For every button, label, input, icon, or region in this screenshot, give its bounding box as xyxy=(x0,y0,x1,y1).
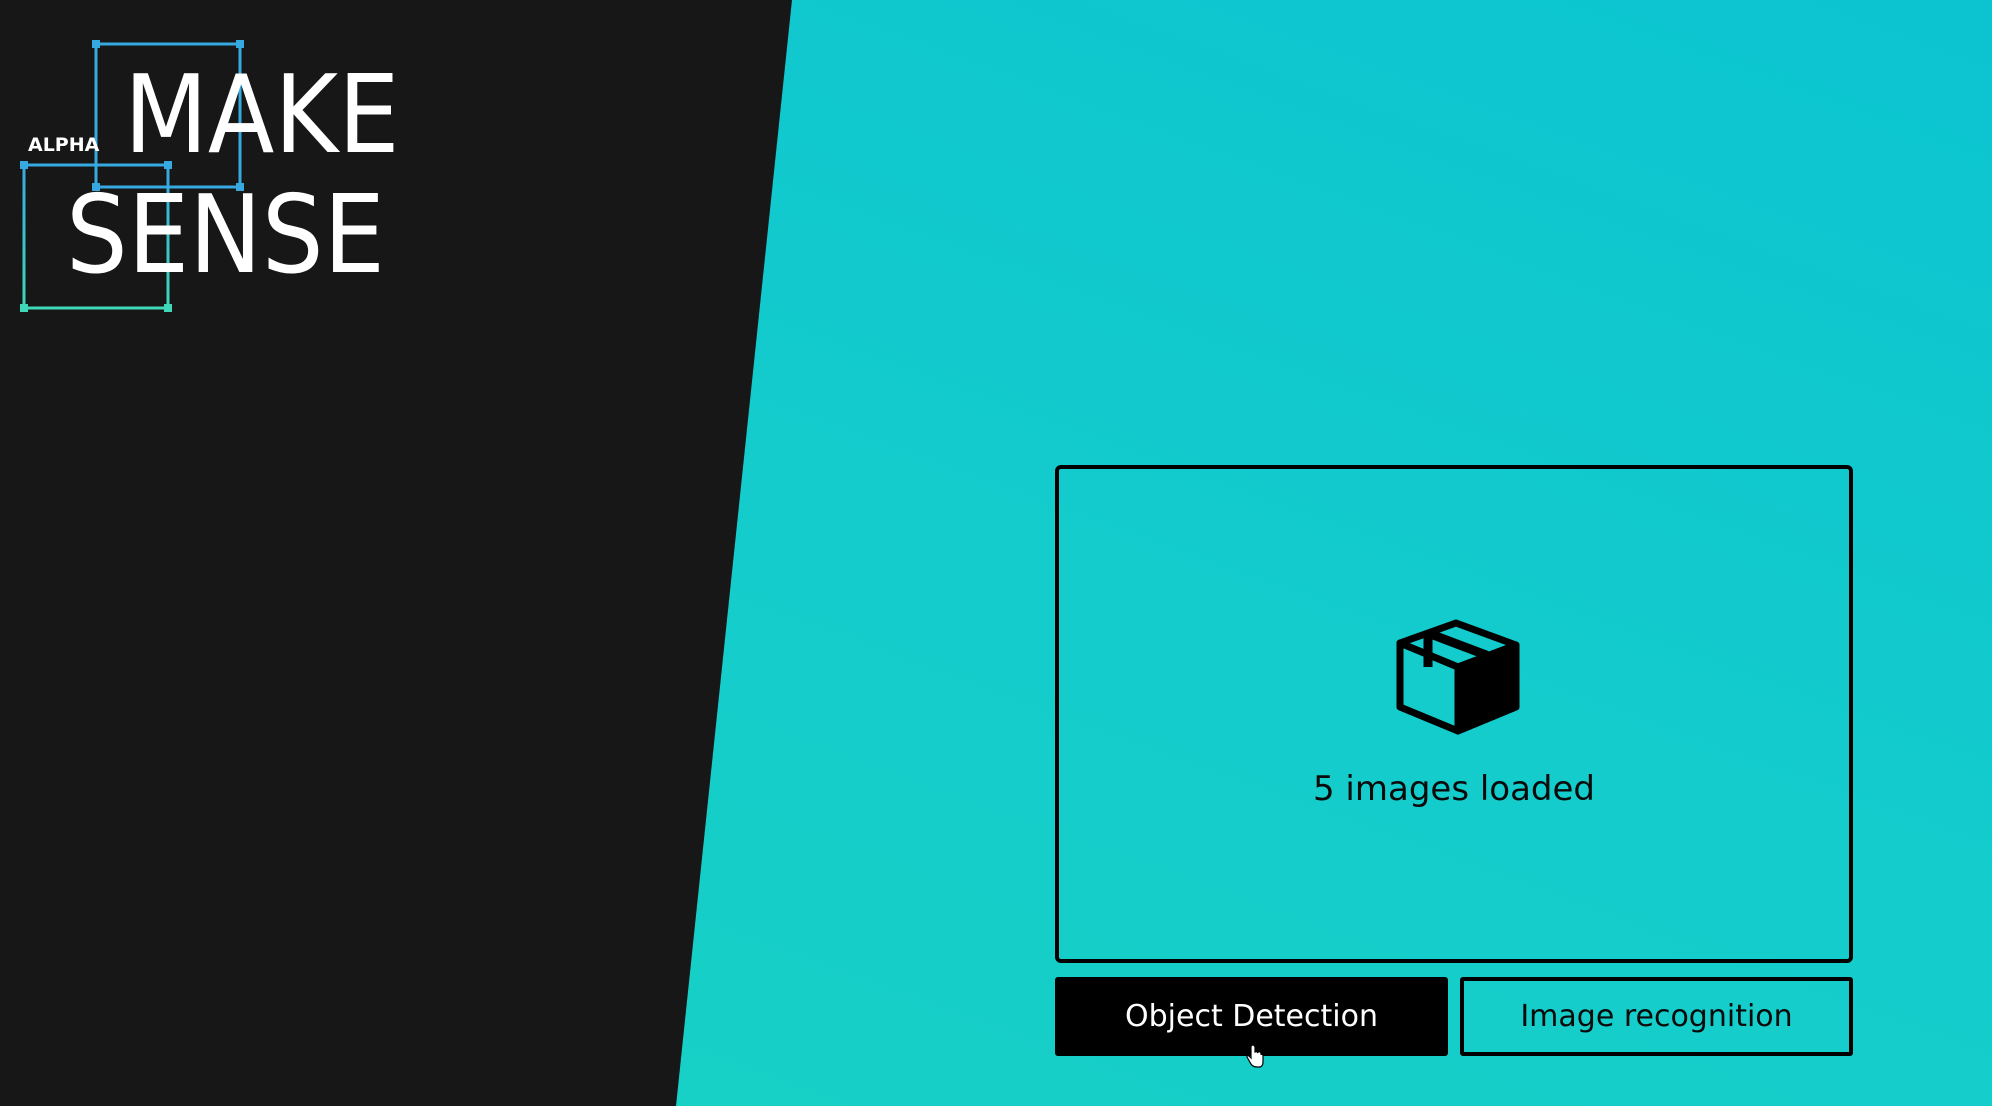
logo-alpha-badge: ALPHA xyxy=(28,134,100,156)
logo-sense-text: SENSE xyxy=(66,173,385,298)
logo-make-text: MAKE xyxy=(124,53,400,178)
box-icon xyxy=(1396,619,1520,735)
image-recognition-button[interactable]: Image recognition xyxy=(1460,977,1853,1056)
main-page: ALPHA MAKE SENSE 5 images loaded Object … xyxy=(0,0,1992,1106)
image-drop-zone[interactable]: 5 images loaded xyxy=(1055,465,1853,963)
hand-cursor-icon xyxy=(1246,1045,1264,1068)
images-loaded-status: 5 images loaded xyxy=(1312,769,1596,809)
app-logo: ALPHA MAKE SENSE xyxy=(0,0,420,330)
